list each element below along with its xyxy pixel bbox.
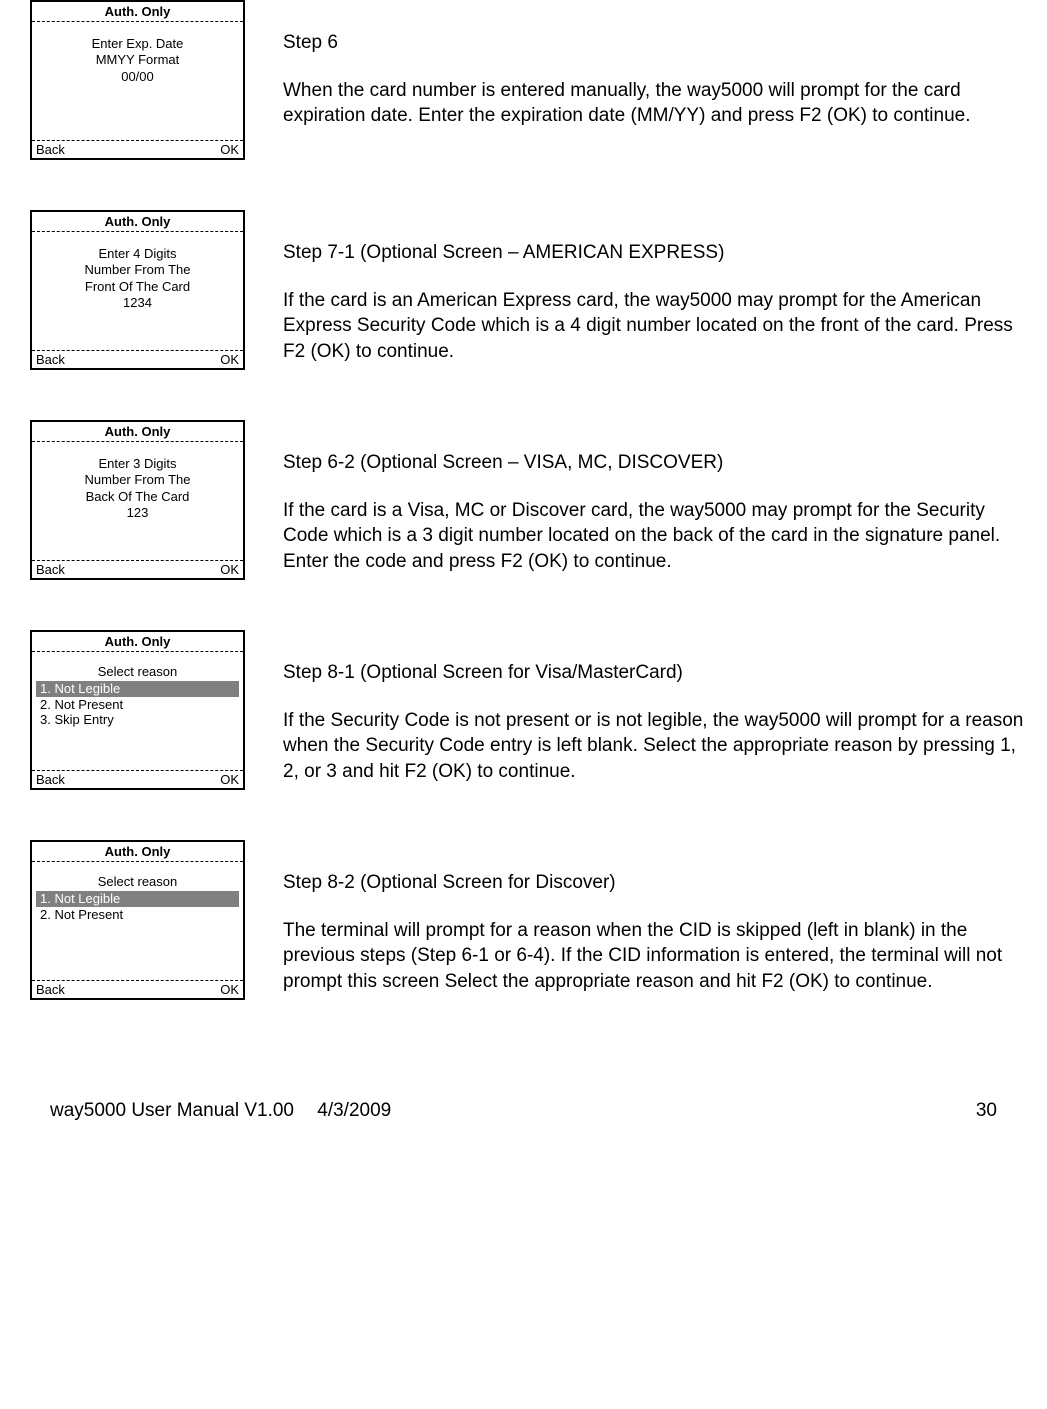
step-body: If the card is a Visa, MC or Discover ca… xyxy=(283,498,1027,575)
ok-button[interactable]: OK xyxy=(220,352,239,367)
page-footer: way5000 User Manual V1.00 4/3/2009 30 xyxy=(20,1100,1027,1122)
step-row: Auth. Only Enter Exp. Date MMYY Format 0… xyxy=(20,0,1027,160)
screen-header: Auth. Only xyxy=(32,422,243,442)
terminal-screen: Auth. Only Select reason 1. Not Legible … xyxy=(30,630,245,790)
step-body: When the card number is entered manually… xyxy=(283,78,1027,129)
step-body: If the Security Code is not present or i… xyxy=(283,708,1027,785)
list-item[interactable]: 1. Not Legible xyxy=(36,681,239,697)
back-button[interactable]: Back xyxy=(36,142,65,157)
screen-body: Enter Exp. Date MMYY Format 00/00 xyxy=(32,22,243,140)
step-text: Step 8-1 (Optional Screen for Visa/Maste… xyxy=(245,630,1027,785)
step-title: Step 8-1 (Optional Screen for Visa/Maste… xyxy=(283,660,1027,686)
step-text: Step 8-2 (Optional Screen for Discover) … xyxy=(245,840,1027,995)
screen-line: 00/00 xyxy=(36,69,239,85)
screen-line: Front Of The Card xyxy=(36,279,239,295)
screen-footer: Back OK xyxy=(32,770,243,788)
screen-body: Enter 3 Digits Number From The Back Of T… xyxy=(32,442,243,560)
step-row: Auth. Only Select reason 1. Not Legible … xyxy=(20,840,1027,1000)
ok-button[interactable]: OK xyxy=(220,562,239,577)
step-row: Auth. Only Select reason 1. Not Legible … xyxy=(20,630,1027,790)
manual-title: way5000 User Manual V1.00 xyxy=(50,1100,294,1121)
back-button[interactable]: Back xyxy=(36,982,65,997)
terminal-screen: Auth. Only Select reason 1. Not Legible … xyxy=(30,840,245,1000)
screen-header: Auth. Only xyxy=(32,212,243,232)
screen-line: Back Of The Card xyxy=(36,489,239,505)
step-row: Auth. Only Enter 4 Digits Number From Th… xyxy=(20,210,1027,370)
list-item[interactable]: 2. Not Present xyxy=(36,697,239,713)
terminal-screen: Auth. Only Enter 3 Digits Number From Th… xyxy=(30,420,245,580)
terminal-screen: Auth. Only Enter Exp. Date MMYY Format 0… xyxy=(30,0,245,160)
ok-button[interactable]: OK xyxy=(220,982,239,997)
screen-footer: Back OK xyxy=(32,560,243,578)
step-text: Step 6-2 (Optional Screen – VISA, MC, DI… xyxy=(245,420,1027,575)
list-item[interactable]: 1. Not Legible xyxy=(36,891,239,907)
list-item[interactable]: 3. Skip Entry xyxy=(36,712,239,728)
page-number: 30 xyxy=(976,1100,997,1122)
select-label: Select reason xyxy=(36,868,239,891)
step-text: Step 7-1 (Optional Screen – AMERICAN EXP… xyxy=(245,210,1027,365)
step-title: Step 6-2 (Optional Screen – VISA, MC, DI… xyxy=(283,450,1027,476)
ok-button[interactable]: OK xyxy=(220,772,239,787)
screen-body: Select reason 1. Not Legible 2. Not Pres… xyxy=(32,862,243,980)
back-button[interactable]: Back xyxy=(36,562,65,577)
step-title: Step 8-2 (Optional Screen for Discover) xyxy=(283,870,1027,896)
step-title: Step 6 xyxy=(283,30,1027,56)
step-body: The terminal will prompt for a reason wh… xyxy=(283,918,1027,995)
screen-header: Auth. Only xyxy=(32,842,243,862)
screen-line: 1234 xyxy=(36,295,239,311)
screen-header: Auth. Only xyxy=(32,2,243,22)
list-item[interactable]: 2. Not Present xyxy=(36,907,239,923)
screen-line: MMYY Format xyxy=(36,52,239,68)
screen-line: Number From The xyxy=(36,262,239,278)
ok-button[interactable]: OK xyxy=(220,142,239,157)
step-text: Step 6 When the card number is entered m… xyxy=(245,0,1027,129)
screen-line: Number From The xyxy=(36,472,239,488)
screen-line: Enter 4 Digits xyxy=(36,246,239,262)
manual-date: 4/3/2009 xyxy=(317,1100,391,1121)
screen-line: Enter Exp. Date xyxy=(36,36,239,52)
step-title: Step 7-1 (Optional Screen – AMERICAN EXP… xyxy=(283,240,1027,266)
back-button[interactable]: Back xyxy=(36,772,65,787)
terminal-screen: Auth. Only Enter 4 Digits Number From Th… xyxy=(30,210,245,370)
page: Auth. Only Enter Exp. Date MMYY Format 0… xyxy=(0,0,1047,1142)
screen-line: 123 xyxy=(36,505,239,521)
screen-line: Enter 3 Digits xyxy=(36,456,239,472)
select-label: Select reason xyxy=(36,658,239,681)
screen-body: Enter 4 Digits Number From The Front Of … xyxy=(32,232,243,350)
screen-body: Select reason 1. Not Legible 2. Not Pres… xyxy=(32,652,243,770)
back-button[interactable]: Back xyxy=(36,352,65,367)
screen-footer: Back OK xyxy=(32,350,243,368)
footer-left: way5000 User Manual V1.00 4/3/2009 xyxy=(50,1100,409,1122)
screen-footer: Back OK xyxy=(32,980,243,998)
screen-header: Auth. Only xyxy=(32,632,243,652)
step-body: If the card is an American Express card,… xyxy=(283,288,1027,365)
screen-footer: Back OK xyxy=(32,140,243,158)
step-row: Auth. Only Enter 3 Digits Number From Th… xyxy=(20,420,1027,580)
